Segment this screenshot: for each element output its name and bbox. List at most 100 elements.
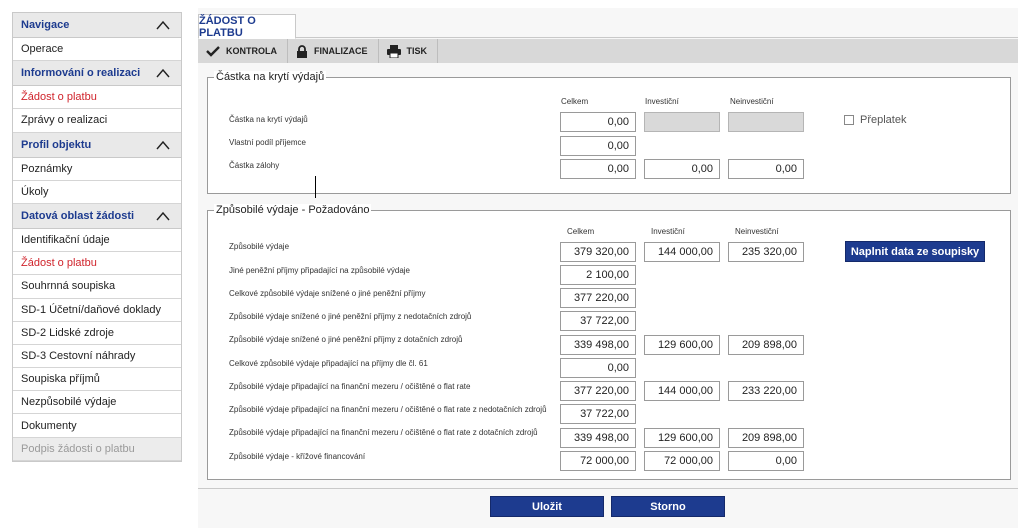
sidebar-section-navigace[interactable]: Navigace <box>13 13 181 38</box>
sidebar-item-label: Žádost o platbu <box>21 91 97 104</box>
cancel-label: Storno <box>650 500 686 513</box>
sidebar-item-label: Žádost o platbu <box>21 257 97 270</box>
gap-total-field[interactable]: 377 220,00 <box>560 381 636 401</box>
sidebar-item-identifikacni-udaje[interactable]: Identifikační údaje <box>13 229 181 253</box>
sidebar-item-operace[interactable]: Operace <box>13 38 181 62</box>
sidebar-section-profil-objektu[interactable]: Profil objektu <box>13 132 181 158</box>
gap-dotation-noninvest-field[interactable]: 209 898,00 <box>728 428 804 448</box>
sidebar-item-label: Soupiska příjmů <box>21 373 100 386</box>
overpay-label: Přeplatek <box>860 114 907 126</box>
sidebar-item-poznamky[interactable]: Poznámky <box>13 158 181 181</box>
row-label: Celkové způsobilé výdaje připadající na … <box>229 359 428 368</box>
sidebar-item-souhrnna-soupiska[interactable]: Souhrnná soupiska <box>13 275 181 299</box>
gap-nondotation-total-field[interactable]: 37 722,00 <box>560 404 636 424</box>
coverage-legend: Částka na krytí výdajů <box>214 71 327 83</box>
chevron-up-icon[interactable] <box>155 139 171 151</box>
kontrola-button[interactable]: KONTROLA <box>198 39 288 63</box>
col-invest-header: Investiční <box>651 227 685 236</box>
save-label: Uložit <box>532 500 562 513</box>
other-income-total-field[interactable]: 2 100,00 <box>560 265 636 285</box>
sidebar-item-zadost-o-platbu-2[interactable]: Žádost o platbu <box>13 252 181 276</box>
text-cursor <box>315 176 316 198</box>
save-button[interactable]: Uložit <box>490 496 604 517</box>
sidebar-section-datova-oblast[interactable]: Datová oblast žádosti <box>13 203 181 229</box>
sidebar-item-label: Identifikační údaje <box>21 234 110 247</box>
advance-noninvest-field[interactable]: 0,00 <box>728 159 804 179</box>
toolbar: KONTROLA FINALIZACE TISK <box>198 39 1018 63</box>
cross-financing-noninvest-field[interactable]: 0,00 <box>728 451 804 471</box>
tisk-button[interactable]: TISK <box>379 39 439 63</box>
overpay-checkbox[interactable]: Přeplatek <box>844 114 906 126</box>
chevron-up-icon[interactable] <box>155 19 171 31</box>
print-icon <box>386 44 401 58</box>
check-icon <box>206 46 220 57</box>
row-label: Vlastní podíl příjemce <box>229 138 306 147</box>
finalizace-button[interactable]: FINALIZACE <box>288 39 379 63</box>
kontrola-label: KONTROLA <box>226 46 277 56</box>
advance-total-field[interactable]: 0,00 <box>560 159 636 179</box>
footer-divider <box>198 488 1018 489</box>
sidebar-item-sd1[interactable]: SD-1 Účetní/daňové doklady <box>13 299 181 322</box>
tab-label: ŽÁDOST O PLATBU <box>199 14 256 39</box>
sidebar-item-label: Podpis žádosti o platbu <box>21 442 135 455</box>
checkbox-box[interactable] <box>844 115 854 125</box>
gap-invest-field[interactable]: 144 000,00 <box>644 381 720 401</box>
sidebar-item-nezpusobile-vydaje[interactable]: Nezpůsobilé výdaje <box>13 391 181 415</box>
sidebar-item-dokumenty[interactable]: Dokumenty <box>13 414 181 438</box>
row-label: Způsobilé výdaje připadající na finanční… <box>229 382 471 391</box>
sidebar-item-soupiska-prijmu[interactable]: Soupiska příjmů <box>13 368 181 392</box>
advance-invest-field[interactable]: 0,00 <box>644 159 720 179</box>
row-label: Způsobilé výdaje snížené o jiné peněžní … <box>229 335 463 344</box>
row-label: Způsobilé výdaje <box>229 242 290 251</box>
tab-zadost-o-platbu[interactable]: ŽÁDOST O PLATBU <box>198 14 296 39</box>
sidebar-section-title: Navigace <box>21 19 70 31</box>
row-label: Způsobilé výdaje snížené o jiné peněžní … <box>229 312 472 321</box>
reduced-dotation-noninvest-field[interactable]: 209 898,00 <box>728 335 804 355</box>
sidebar-item-sd2[interactable]: SD-2 Lidské zdroje <box>13 322 181 345</box>
chevron-up-icon[interactable] <box>155 67 171 79</box>
art61-total-field[interactable]: 0,00 <box>560 358 636 378</box>
sidebar-section-informovani[interactable]: Informování o realizaci <box>13 61 181 87</box>
coverage-invest-field <box>644 112 720 132</box>
reduced-dotation-invest-field[interactable]: 129 600,00 <box>644 335 720 355</box>
gap-noninvest-field[interactable]: 233 220,00 <box>728 381 804 401</box>
fill-from-list-button[interactable]: Naplnit data ze soupisky <box>845 241 985 262</box>
sidebar-item-label: Poznámky <box>21 162 73 175</box>
finalizace-label: FINALIZACE <box>314 46 368 56</box>
cross-financing-total-field[interactable]: 72 000,00 <box>560 451 636 471</box>
cancel-button[interactable]: Storno <box>611 496 725 517</box>
col-total-header: Celkem <box>561 97 589 106</box>
sidebar-item-zpravy-o-realizaci[interactable]: Zprávy o realizaci <box>13 109 181 133</box>
row-label: Částka zálohy <box>229 161 280 170</box>
sidebar-item-podpis: Podpis žádosti o platbu <box>13 437 181 461</box>
coverage-section: Částka na krytí výdajů Celkem Investiční… <box>207 71 1011 194</box>
sidebar-item-label: Nezpůsobilé výdaje <box>21 396 117 409</box>
sidebar-item-ukoly[interactable]: Úkoly <box>13 181 181 204</box>
lock-icon <box>297 44 307 58</box>
reduced-dotation-total-field[interactable]: 339 498,00 <box>560 335 636 355</box>
sidebar-item-label: SD-1 Účetní/daňové doklady <box>21 303 162 316</box>
sidebar-item-label: Souhrnná soupiska <box>21 280 116 293</box>
own-share-total-field[interactable]: 0,00 <box>560 136 636 156</box>
fill-button-label: Naplnit data ze soupisky <box>850 245 980 258</box>
eligible-invest-field[interactable]: 144 000,00 <box>644 242 720 262</box>
coverage-noninvest-field <box>728 112 804 132</box>
chevron-up-icon[interactable] <box>155 210 171 222</box>
sidebar-item-label: SD-3 Cestovní náhrady <box>21 349 136 362</box>
sidebar-item-label: SD-2 Lidské zdroje <box>21 326 114 339</box>
sidebar-section-title: Informování o realizaci <box>21 67 141 80</box>
col-invest-header: Investiční <box>645 97 679 106</box>
reduced-nondotation-total-field[interactable]: 37 722,00 <box>560 311 636 331</box>
row-label: Způsobilé výdaje - křížové financování <box>229 452 366 461</box>
sidebar-item-sd3[interactable]: SD-3 Cestovní náhrady <box>13 345 181 369</box>
gap-dotation-total-field[interactable]: 339 498,00 <box>560 428 636 448</box>
sidebar-item-zadost-o-platbu[interactable]: Žádost o platbu <box>13 86 181 110</box>
reduced-total-field[interactable]: 377 220,00 <box>560 288 636 308</box>
eligible-total-field[interactable]: 379 320,00 <box>560 242 636 262</box>
tab-bar: ŽÁDOST O PLATBU <box>198 8 1018 39</box>
eligible-noninvest-field[interactable]: 235 320,00 <box>728 242 804 262</box>
coverage-total-field[interactable]: 0,00 <box>560 112 636 132</box>
row-label: Způsobilé výdaje připadající na finanční… <box>229 405 547 414</box>
cross-financing-invest-field[interactable]: 72 000,00 <box>644 451 720 471</box>
gap-dotation-invest-field[interactable]: 129 600,00 <box>644 428 720 448</box>
